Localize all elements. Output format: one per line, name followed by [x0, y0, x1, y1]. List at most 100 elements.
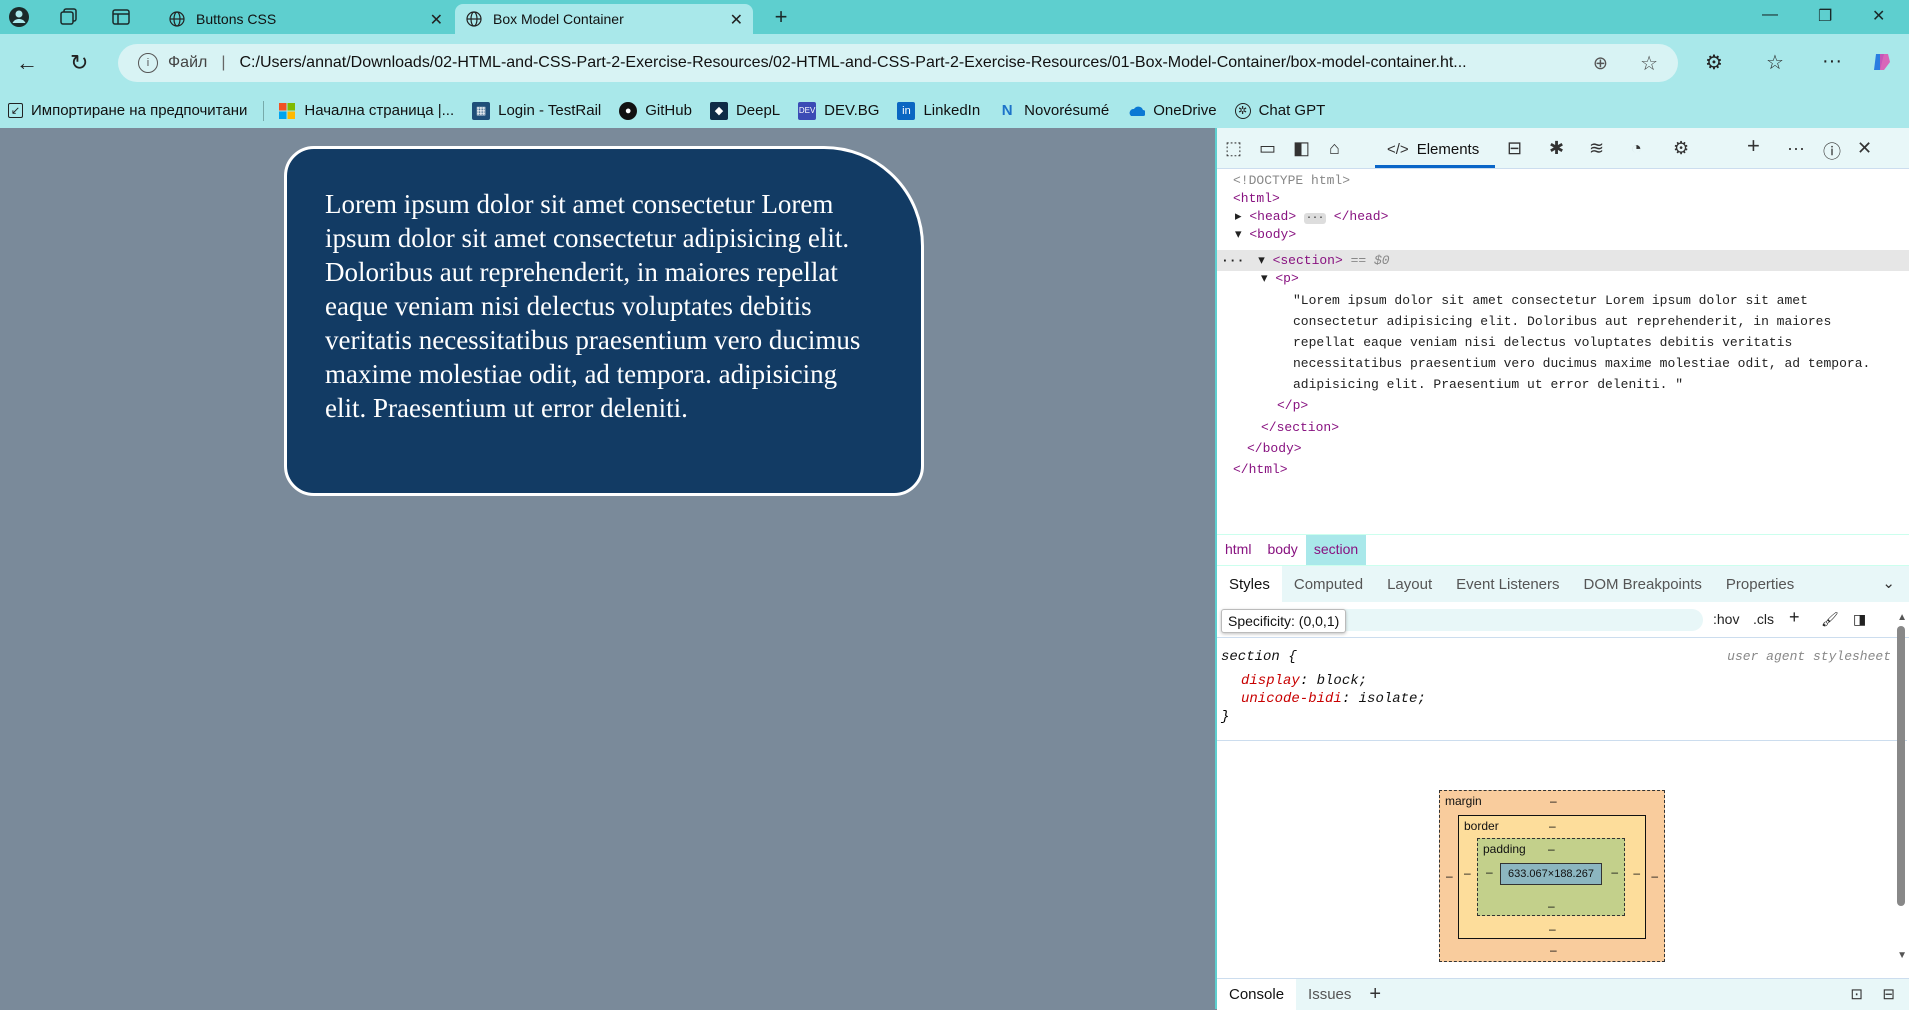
tab-box-model-container[interactable]: Box Model Container ✕ — [455, 4, 753, 34]
welcome-home-icon[interactable]: ⌂ — [1329, 138, 1340, 159]
refresh-icon[interactable]: ↻ — [70, 50, 88, 76]
tab-issues[interactable]: Issues — [1296, 979, 1363, 1010]
profile-icon[interactable] — [8, 6, 30, 28]
tab-properties[interactable]: Properties — [1714, 566, 1806, 602]
close-tab-icon[interactable]: ✕ — [430, 10, 443, 30]
address-bar[interactable]: i Файл | C:/Users/annat/Downloads/02-HTM… — [118, 44, 1678, 82]
sidebar-toggle-icon[interactable]: ◨ — [1853, 611, 1866, 628]
text-node-line[interactable]: necessitatibus praesentium vero ducimus … — [1293, 353, 1870, 374]
margin-bottom-value[interactable]: – — [1550, 943, 1557, 957]
margin-top-value[interactable]: – — [1550, 794, 1557, 808]
dock-icon[interactable]: ◧ — [1293, 138, 1310, 159]
minimize-icon[interactable]: — — [1762, 6, 1778, 24]
border-top-value[interactable]: – — [1549, 819, 1556, 833]
tab-actions-icon[interactable] — [110, 6, 132, 28]
body-close-node[interactable]: </body> — [1247, 438, 1302, 459]
extensions-icon[interactable]: ⚙ — [1705, 50, 1723, 75]
rule-property[interactable]: unicode-bidi: isolate; — [1241, 690, 1891, 708]
bookmark-linkedin[interactable]: in LinkedIn — [897, 101, 980, 120]
add-panel-icon[interactable]: + — [1747, 133, 1760, 159]
help-icon[interactable]: ⓘ — [1823, 138, 1841, 164]
padding-top-value[interactable]: – — [1548, 842, 1555, 856]
bookmark-testrail[interactable]: ▦ Login - TestRail — [472, 101, 601, 120]
add-drawer-tab-icon[interactable]: + — [1369, 983, 1381, 1006]
padding-bottom-value[interactable]: – — [1548, 899, 1555, 913]
ellipsis-badge-icon[interactable]: ··· — [1303, 213, 1326, 224]
text-node-line[interactable]: adipisicing elit. Praesentium ut error d… — [1293, 374, 1683, 395]
performance-icon[interactable]: ◔ — [1631, 138, 1642, 159]
bookmark-import[interactable]: ↙ Импортиране на предпочитани — [8, 102, 247, 119]
workspaces-icon[interactable] — [58, 6, 80, 28]
body-node[interactable]: ▾ <body> — [1235, 224, 1296, 245]
info-icon[interactable]: i — [138, 53, 158, 73]
sources-bug-icon[interactable]: ✱ — [1549, 138, 1564, 159]
close-tab-icon[interactable]: ✕ — [730, 10, 743, 30]
inspect-icon[interactable]: ⬚ — [1225, 138, 1242, 159]
section-node[interactable]: ··· ▾ <section> == $0 — [1221, 250, 1390, 271]
expand-triangle-icon[interactable]: ▸ — [1235, 209, 1242, 224]
new-rule-plus-icon[interactable]: + — [1789, 607, 1800, 628]
bookmark-devbg[interactable]: DEV DEV.BG — [798, 101, 879, 120]
hov-toggle[interactable]: :hov — [1713, 611, 1739, 627]
p-close-node[interactable]: </p> — [1277, 395, 1308, 416]
drawer-close-icon[interactable]: ⊟ — [1882, 985, 1895, 1003]
rule-property[interactable]: display: block; — [1241, 672, 1891, 690]
console-icon[interactable]: ⊟ — [1507, 138, 1522, 159]
border-right-value[interactable]: – — [1633, 866, 1640, 880]
collapse-triangle-icon[interactable]: ▾ — [1261, 271, 1268, 286]
more-icon[interactable]: ··· — [1822, 50, 1842, 73]
tab-console[interactable]: Console — [1217, 979, 1297, 1010]
scroll-up-icon[interactable]: ▲ — [1897, 612, 1907, 623]
chevron-down-icon[interactable]: ⌄ — [1882, 574, 1895, 592]
new-tab-icon[interactable]: + — [770, 4, 792, 29]
tab-dom-breakpoints[interactable]: DOM Breakpoints — [1572, 566, 1714, 602]
text-node-line[interactable]: "Lorem ipsum dolor sit amet consectetur … — [1293, 290, 1808, 311]
bookmark-github[interactable]: ● GitHub — [619, 101, 692, 120]
padding-right-value[interactable]: – — [1611, 865, 1618, 879]
breadcrumb-section[interactable]: section — [1305, 535, 1367, 565]
breadcrumb-html[interactable]: html — [1217, 535, 1259, 565]
tab-computed[interactable]: Computed — [1282, 566, 1375, 602]
bookmark-novoresume[interactable]: N Novorésumé — [998, 102, 1109, 120]
tab-styles[interactable]: Styles — [1217, 566, 1282, 602]
back-icon[interactable]: ← — [16, 50, 38, 76]
tab-event-listeners[interactable]: Event Listeners — [1444, 566, 1571, 602]
zoom-icon[interactable]: ⊕ — [1593, 53, 1608, 74]
box-model-content-size[interactable]: 633.067×188.267 — [1500, 863, 1602, 885]
tab-elements[interactable]: </> Elements — [1375, 134, 1495, 168]
bookmark-start-page[interactable]: Начална страница |... — [278, 102, 454, 120]
collapse-triangle-icon[interactable]: ▾ — [1235, 227, 1242, 242]
border-left-value[interactable]: – — [1464, 866, 1471, 880]
url-text[interactable]: C:/Users/annat/Downloads/02-HTML-and-CSS… — [240, 54, 1560, 72]
border-bottom-value[interactable]: – — [1549, 922, 1556, 936]
scroll-down-icon[interactable]: ▼ — [1897, 950, 1907, 961]
cls-toggle[interactable]: .cls — [1753, 611, 1774, 627]
restore-icon[interactable]: ❐ — [1818, 6, 1832, 26]
bookmark-deepl[interactable]: ◆ DeepL — [709, 101, 780, 120]
bookmark-onedrive[interactable]: OneDrive — [1127, 102, 1217, 120]
favorite-star-icon[interactable]: ☆ — [1640, 51, 1658, 76]
text-node-line[interactable]: consectetur adipisicing elit. Doloribus … — [1293, 311, 1831, 332]
favorites-icon[interactable]: ☆ — [1766, 50, 1784, 75]
margin-right-value[interactable]: – — [1651, 869, 1658, 883]
p-node[interactable]: ▾ <p> — [1261, 268, 1299, 289]
tab-layout[interactable]: Layout — [1375, 566, 1444, 602]
settings-gear-icon[interactable]: ⚙ — [1673, 138, 1689, 159]
bookmark-chatgpt[interactable]: ✲ Chat GPT — [1234, 102, 1325, 119]
tab-buttons-css[interactable]: Buttons CSS ✕ — [158, 4, 453, 34]
collapse-triangle-icon[interactable]: ▾ — [1258, 253, 1265, 268]
device-emulation-icon[interactable]: ▭ — [1259, 138, 1276, 159]
drawer-dock-icon[interactable]: ⊡ — [1850, 985, 1863, 1003]
network-wifi-icon[interactable]: ≋ — [1589, 138, 1604, 159]
breadcrumb-body[interactable]: body — [1259, 535, 1305, 565]
paint-brush-icon[interactable]: 🖌 — [1821, 611, 1839, 628]
section-close-node[interactable]: </section> — [1261, 417, 1339, 438]
close-devtools-icon[interactable]: ✕ — [1857, 138, 1872, 159]
node-menu-icon[interactable]: ··· — [1221, 253, 1244, 268]
margin-left-value[interactable]: – — [1446, 869, 1453, 883]
padding-left-value[interactable]: – — [1486, 865, 1493, 879]
more-tools-icon[interactable]: ··· — [1787, 138, 1805, 159]
text-node-line[interactable]: repellat eaque veniam nisi delectus volu… — [1293, 332, 1792, 353]
styles-scrollbar[interactable] — [1897, 626, 1905, 906]
html-close-node[interactable]: </html> — [1233, 459, 1288, 480]
